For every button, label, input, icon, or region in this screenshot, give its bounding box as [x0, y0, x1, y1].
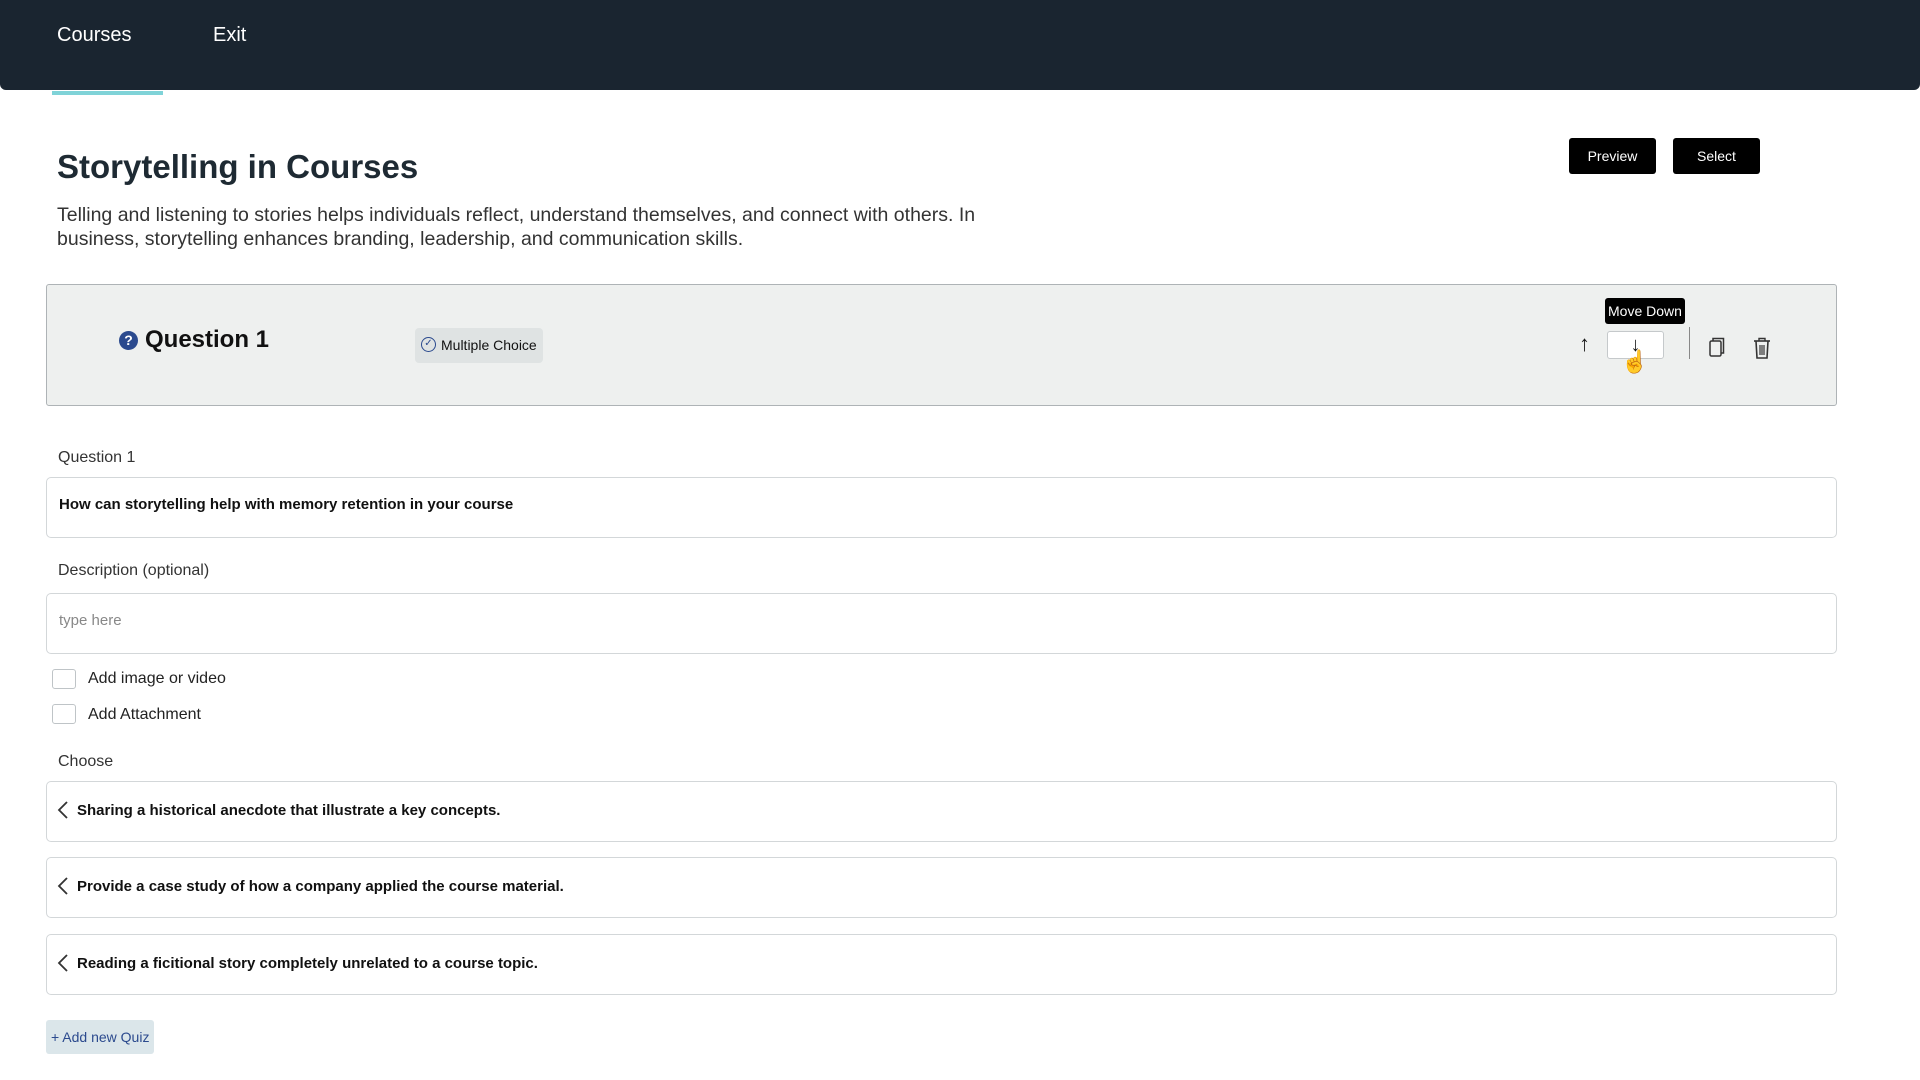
- add-image-label: Add image or video: [88, 670, 226, 687]
- page-title: Storytelling in Courses: [57, 148, 419, 185]
- chevron-left-icon[interactable]: [57, 953, 69, 973]
- chevron-left-icon[interactable]: [57, 800, 69, 820]
- arrow-up-icon[interactable]: ↑: [1579, 333, 1590, 355]
- nav-courses[interactable]: Courses: [57, 24, 131, 47]
- question-header-title: Question 1: [145, 326, 270, 353]
- question-header-card: ? Question 1 ✓ Multiple Choice Move Down…: [46, 284, 1837, 406]
- description-input[interactable]: type here: [46, 593, 1837, 654]
- question-type-badge[interactable]: ✓ Multiple Choice: [415, 328, 543, 363]
- question-label: Question 1: [58, 449, 136, 466]
- add-image-checkbox[interactable]: [52, 669, 76, 689]
- question-input-value: How can storytelling help with memory re…: [59, 496, 514, 513]
- choice-text: Reading a ficitional story completely un…: [77, 955, 538, 972]
- add-new-quiz-button[interactable]: + Add new Quiz: [46, 1020, 155, 1054]
- description-label: Description (optional): [58, 562, 210, 579]
- page-description: Telling and listening to stories helps i…: [57, 204, 976, 250]
- nav-exit[interactable]: Exit: [213, 24, 246, 47]
- move-down-tooltip: Move Down: [1605, 298, 1685, 324]
- choice-text: Sharing a historical anecdote that illus…: [77, 802, 501, 819]
- choice-item[interactable]: Reading a ficitional story completely un…: [46, 934, 1837, 995]
- question-type-label: Multiple Choice: [441, 337, 537, 353]
- add-attachment-label: Add Attachment: [88, 706, 201, 723]
- active-nav-indicator: [52, 91, 163, 95]
- help-icon: ?: [119, 331, 138, 350]
- choice-item[interactable]: Provide a case study of how a company ap…: [46, 857, 1837, 918]
- top-navigation-bar: Courses Exit: [0, 0, 1920, 90]
- description-placeholder: type here: [59, 612, 122, 629]
- select-button[interactable]: Select: [1673, 138, 1760, 174]
- copy-icon[interactable]: [1709, 337, 1725, 357]
- chevron-left-icon[interactable]: [57, 876, 69, 896]
- add-attachment-checkbox[interactable]: [52, 704, 76, 724]
- trash-icon[interactable]: [1753, 337, 1771, 359]
- preview-button[interactable]: Preview: [1569, 138, 1656, 174]
- choice-item[interactable]: Sharing a historical anecdote that illus…: [46, 781, 1837, 842]
- hand-cursor-icon: ☝: [1621, 349, 1649, 374]
- choice-text: Provide a case study of how a company ap…: [77, 878, 564, 895]
- choose-label: Choose: [58, 753, 114, 770]
- vertical-divider: [1689, 327, 1690, 359]
- question-input[interactable]: How can storytelling help with memory re…: [46, 477, 1837, 538]
- check-circle-icon: ✓: [421, 337, 436, 352]
